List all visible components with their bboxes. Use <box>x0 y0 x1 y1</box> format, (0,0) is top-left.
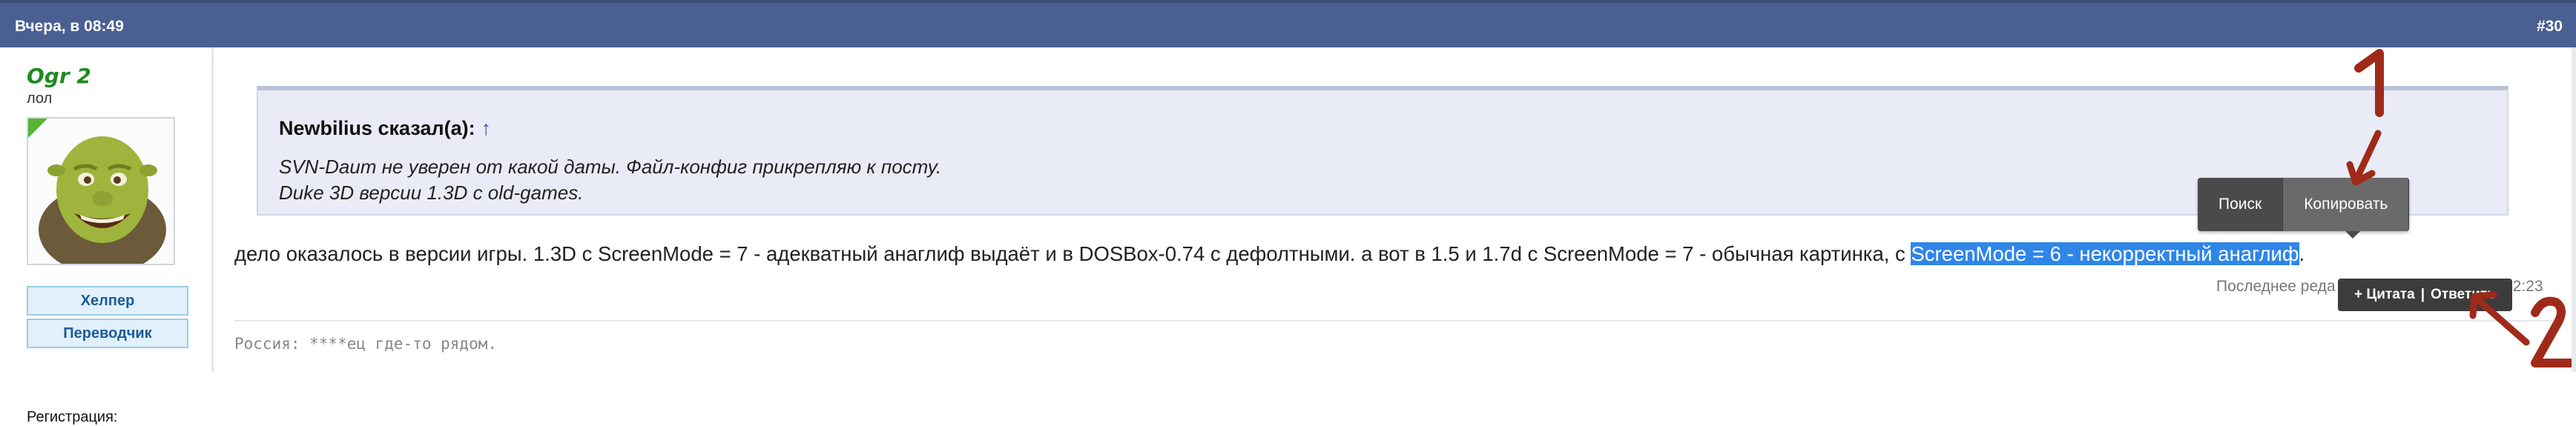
badge-helper[interactable]: Хелпер <box>27 286 188 316</box>
username-link[interactable]: Ogr 2 <box>27 64 91 88</box>
quote-block: Newbilius сказал(а): ↑ SVN-Daum не уверен… <box>257 86 2509 216</box>
user-title: лол <box>27 90 53 107</box>
quote-author-name: Newbilius сказал(а): <box>279 117 475 139</box>
post-message: дело оказалось в версии игры. 1.3D с Scr… <box>234 242 2305 266</box>
quote-author: Newbilius сказал(а): ↑ <box>279 117 491 140</box>
quote-jump-arrow-icon[interactable]: ↑ <box>481 117 492 139</box>
avatar[interactable] <box>27 117 175 265</box>
context-menu-pointer <box>2345 231 2360 239</box>
badge-translator[interactable]: Переводчик <box>27 319 188 348</box>
post-number-link[interactable]: #30 <box>2537 18 2563 36</box>
signature: Россия: ****ец где-то рядом. <box>234 335 498 353</box>
post-header: Вчера, в 08:49 #30 <box>0 0 2576 47</box>
annotation-2 <box>2461 259 2575 376</box>
quote-button[interactable]: + Цитата <box>2354 287 2415 302</box>
selected-text[interactable]: ScreenMode = 6 - некорректный анаглиф <box>1911 242 2299 265</box>
forum-post: Вчера, в 08:49 #30 Ogr 2 лол Хелпер Пере… <box>0 0 2576 425</box>
quote-line-2: Duke 3D версии 1.3D с old-games. <box>279 182 584 204</box>
post-text-tail: . <box>2299 242 2305 265</box>
post-text: дело оказалось в версии игры. 1.3D с Scr… <box>234 242 1911 265</box>
post-date: Вчера, в 08:49 <box>15 18 124 35</box>
signature-divider <box>234 320 2563 322</box>
last-edited-label: Последнее реда <box>2216 278 2336 295</box>
quote-line-1: SVN-Daum не уверен от какой даты. Файл-к… <box>279 156 942 178</box>
shrek-avatar-image <box>28 119 174 264</box>
annotation-1 <box>2336 46 2411 198</box>
scrollbar-track[interactable] <box>2572 47 2576 372</box>
user-info-panel: Ogr 2 лол Хелпер Переводчик Регистрация: <box>0 47 214 425</box>
toolbar-divider: | <box>2420 287 2425 302</box>
registration-label: Регистрация: <box>27 409 118 425</box>
search-menu-item[interactable]: Поиск <box>2198 178 2284 231</box>
